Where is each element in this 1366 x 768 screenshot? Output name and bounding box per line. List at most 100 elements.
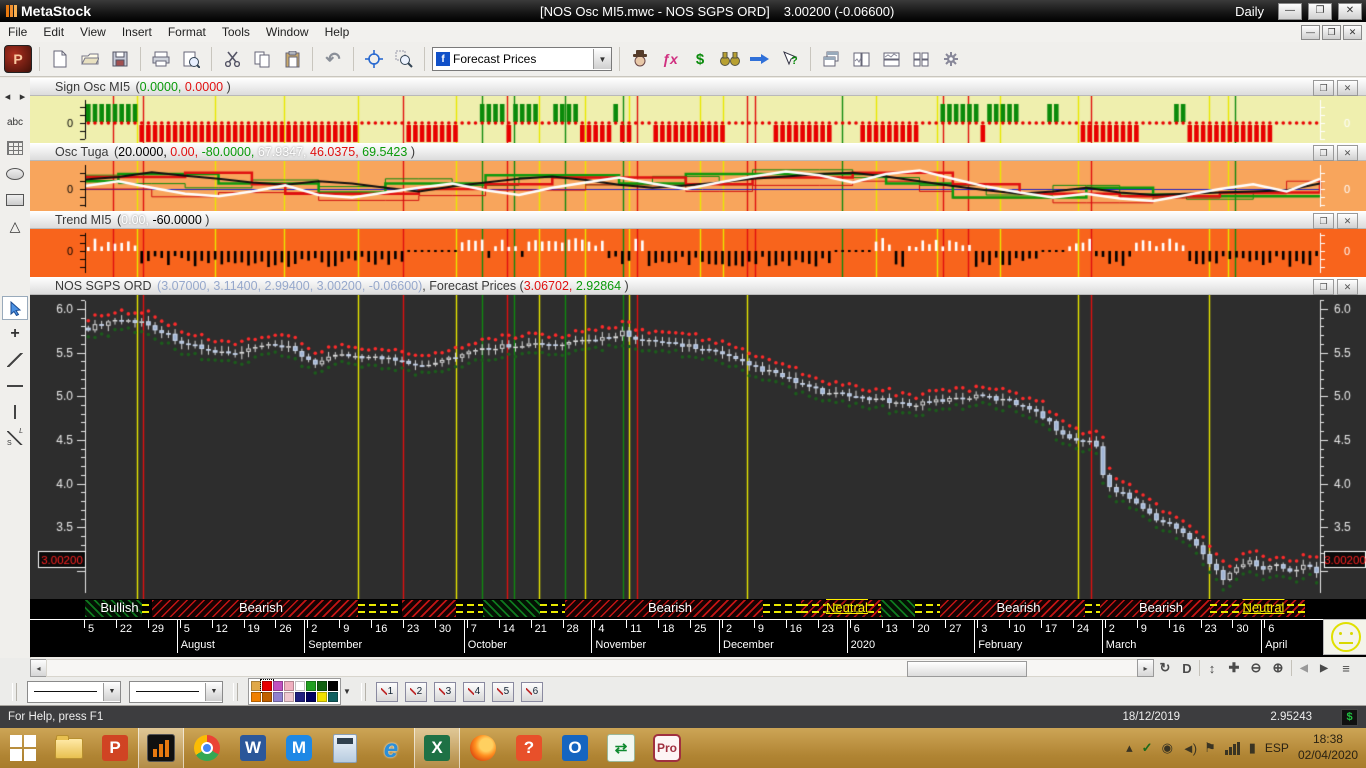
- expert-advisor-button[interactable]: [627, 46, 653, 72]
- color-swatch[interactable]: [284, 681, 294, 691]
- text-tool[interactable]: abc: [2, 110, 28, 134]
- tray-flag-icon[interactable]: ⚑: [1204, 740, 1216, 756]
- menu-tools[interactable]: Tools: [214, 23, 258, 41]
- trendline-tool[interactable]: [2, 348, 28, 372]
- explorer-binoculars-button[interactable]: [717, 46, 743, 72]
- taskbar-item-excel[interactable]: X: [414, 728, 460, 768]
- close-button[interactable]: ✕: [1338, 3, 1362, 20]
- panel-title-price[interactable]: NOS SGPS ORD (3.07000, 3.11400, 2.99400,…: [30, 277, 1366, 295]
- scroll-right-tool[interactable]: ▸: [16, 84, 30, 108]
- layout-button-3[interactable]: 3: [434, 682, 456, 702]
- tray-network-icon[interactable]: ◉: [1162, 740, 1173, 756]
- tile-vertical-button[interactable]: [848, 46, 874, 72]
- color-swatch[interactable]: [328, 692, 338, 702]
- new-chart-button[interactable]: [47, 46, 73, 72]
- color-swatch[interactable]: [328, 681, 338, 691]
- taskbar-item-start[interactable]: [0, 728, 46, 768]
- pointer-tool[interactable]: [2, 296, 28, 320]
- line-style-dropdown[interactable]: ▼: [27, 681, 121, 703]
- color-swatch[interactable]: [317, 692, 327, 702]
- taskbar-item-chrome[interactable]: [184, 728, 230, 768]
- taskbar-item-help[interactable]: ?: [506, 728, 552, 768]
- app-button[interactable]: P: [4, 45, 32, 73]
- taskbar-item-powerpoint[interactable]: P: [92, 728, 138, 768]
- vertical-scale-button[interactable]: ↕: [1202, 658, 1222, 678]
- line-weight-arrow[interactable]: ▼: [205, 683, 222, 701]
- panel-close-button[interactable]: ✕: [1337, 145, 1358, 161]
- periodicity-daily-button[interactable]: D: [1177, 658, 1197, 678]
- crosshair-tool[interactable]: +: [2, 322, 28, 346]
- color-swatch[interactable]: [262, 692, 272, 702]
- cut-button[interactable]: [219, 46, 245, 72]
- language-indicator[interactable]: ESP: [1265, 741, 1289, 755]
- scroll-left-button[interactable]: ◂: [30, 659, 47, 677]
- tray-volume-icon[interactable]: ◄): [1182, 741, 1195, 756]
- context-help-button[interactable]: ?: [777, 46, 803, 72]
- zoom-out-button[interactable]: ⊖: [1246, 658, 1266, 678]
- cascade-windows-button[interactable]: [818, 46, 844, 72]
- color-swatch[interactable]: [273, 681, 283, 691]
- paste-button[interactable]: [279, 46, 305, 72]
- osc-tuga-plot[interactable]: [30, 161, 1366, 211]
- horizontal-line-tool[interactable]: [2, 374, 28, 398]
- prev-chart-button[interactable]: ◀: [1294, 658, 1314, 678]
- menu-help[interactable]: Help: [317, 23, 358, 41]
- tray-signal-icon[interactable]: [1225, 742, 1240, 755]
- panel-close-button[interactable]: ✕: [1337, 80, 1358, 96]
- zoom-in-button[interactable]: ⊕: [1268, 658, 1288, 678]
- rectangle-tool[interactable]: [2, 188, 28, 212]
- color-swatch[interactable]: [317, 681, 327, 691]
- color-swatch[interactable]: [295, 692, 305, 702]
- minimize-button[interactable]: —: [1278, 3, 1302, 20]
- forecaster-arrow-button[interactable]: [747, 46, 773, 72]
- taskbar-item-outlook[interactable]: O: [552, 728, 598, 768]
- layout-settings-button[interactable]: [938, 46, 964, 72]
- child-close-button[interactable]: ✕: [1343, 25, 1362, 40]
- tray-chevron-up-icon[interactable]: ▴: [1126, 740, 1133, 756]
- print-button[interactable]: [148, 46, 174, 72]
- expert-smiley[interactable]: [1323, 619, 1366, 655]
- panel-maximize-button[interactable]: ❐: [1313, 145, 1334, 161]
- panel-maximize-button[interactable]: ❐: [1313, 80, 1334, 96]
- semilog-trendline-tool[interactable]: SL: [2, 426, 28, 450]
- restore-button[interactable]: ❐: [1308, 3, 1332, 20]
- panel-maximize-button[interactable]: ❐: [1313, 279, 1334, 295]
- next-chart-button[interactable]: ▶: [1314, 658, 1334, 678]
- pan-button[interactable]: ✚: [1224, 658, 1244, 678]
- indicator-builder-button[interactable]: ƒx: [657, 46, 683, 72]
- taskbar-item-downloader[interactable]: ⇄: [598, 728, 644, 768]
- menu-file[interactable]: File: [0, 23, 35, 41]
- undo-button[interactable]: ↶: [320, 46, 346, 72]
- open-button[interactable]: [77, 46, 103, 72]
- child-minimize-button[interactable]: —: [1301, 25, 1320, 40]
- layout-button-6[interactable]: 6: [521, 682, 543, 702]
- menu-window[interactable]: Window: [258, 23, 317, 41]
- indicator-dropdown-arrow[interactable]: ▼: [593, 49, 611, 69]
- layout-button-2[interactable]: 2: [405, 682, 427, 702]
- scroll-left-tool[interactable]: ◂: [1, 84, 15, 108]
- menu-format[interactable]: Format: [160, 23, 214, 41]
- taskbar-item-internet-explorer[interactable]: e: [368, 728, 414, 768]
- color-swatch[interactable]: [262, 681, 272, 691]
- taskbar-item-pro[interactable]: Pro: [644, 728, 690, 768]
- scrollbar-thumb[interactable]: [907, 661, 1027, 677]
- vertical-line-tool[interactable]: [2, 400, 28, 424]
- taskbar-item-file-explorer[interactable]: [46, 728, 92, 768]
- scrollbar-track[interactable]: [46, 659, 1138, 677]
- layout-button-1[interactable]: 1: [376, 682, 398, 702]
- color-swatch[interactable]: [306, 681, 316, 691]
- panel-title-sign-osc[interactable]: Sign Osc MI5 (0.0000, 0.0000 ) ❐ ✕: [30, 78, 1366, 96]
- layout-button-5[interactable]: 5: [492, 682, 514, 702]
- menu-view[interactable]: View: [72, 23, 114, 41]
- menu-insert[interactable]: Insert: [114, 23, 160, 41]
- chart-list-button[interactable]: ≡: [1336, 658, 1356, 678]
- panel-title-trend[interactable]: Trend MI5 (0.00, -60.0000 ) ❐ ✕: [30, 211, 1366, 229]
- menu-edit[interactable]: Edit: [35, 23, 72, 41]
- layout-button-4[interactable]: 4: [463, 682, 485, 702]
- triangle-tool[interactable]: △: [2, 214, 28, 238]
- taskbar-item-metastock[interactable]: [138, 728, 184, 768]
- panel-maximize-button[interactable]: ❐: [1313, 213, 1334, 229]
- line-weight-dropdown[interactable]: ▼: [129, 681, 223, 703]
- ellipse-tool[interactable]: [2, 162, 28, 186]
- taskbar-item-calculator[interactable]: [322, 728, 368, 768]
